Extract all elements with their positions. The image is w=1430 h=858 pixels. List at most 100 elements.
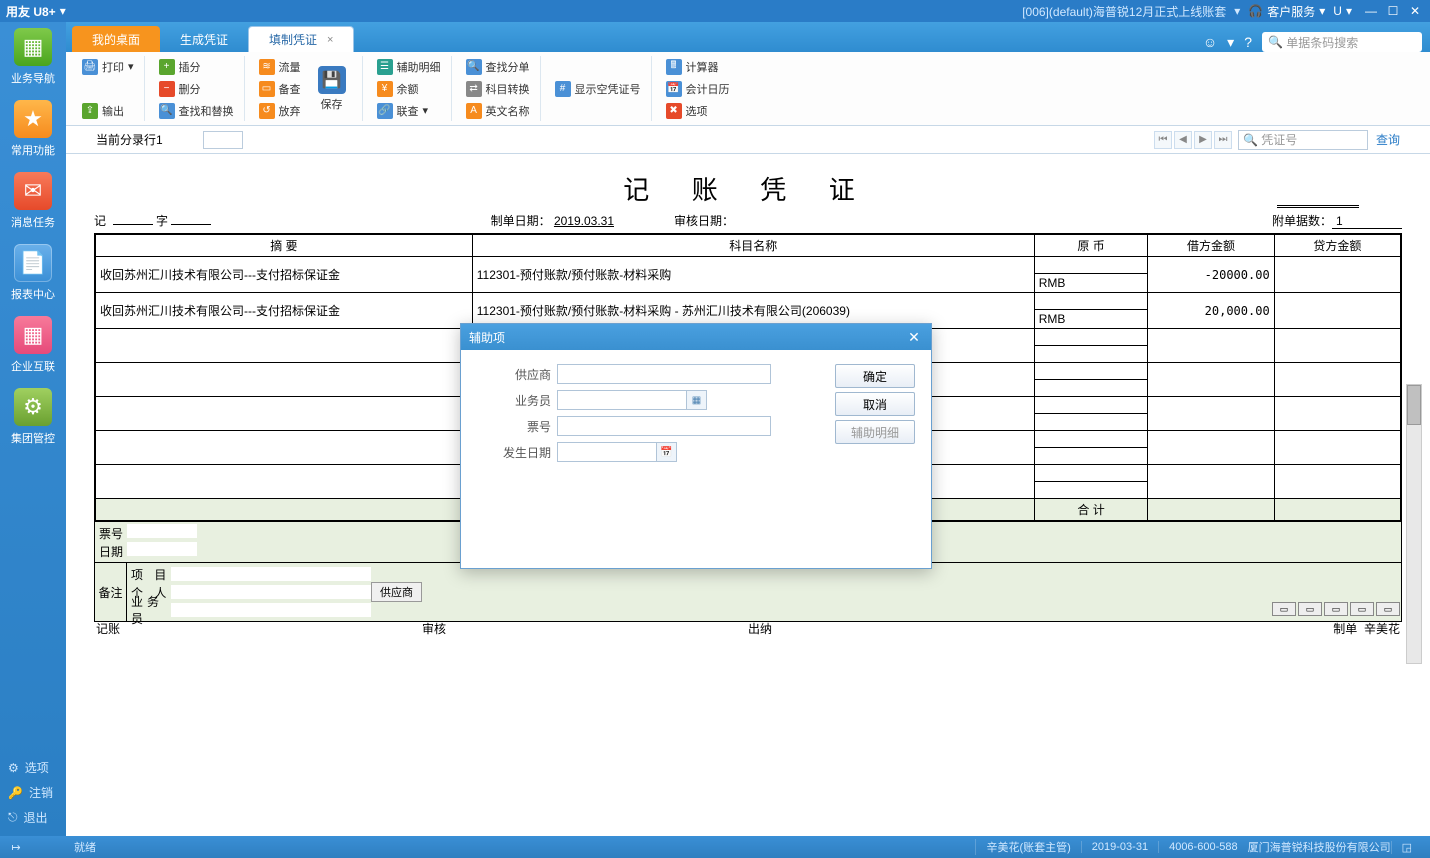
bill-date-input[interactable] [127, 542, 197, 556]
nav-messages[interactable]: ✉消息任务 [5, 172, 61, 230]
foot-audit: 审核 [422, 620, 748, 637]
list-icon: ☰ [377, 59, 393, 75]
barcode-search[interactable]: 🔍 单据条码搜索 [1262, 32, 1422, 52]
tab-fill-voucher[interactable]: 填制凭证× [248, 26, 354, 52]
tool-icon-5[interactable]: ▭ [1376, 602, 1400, 616]
tab-close-icon[interactable]: × [327, 34, 333, 46]
calculator-button[interactable]: 🖩计算器 [662, 57, 734, 77]
help-icon[interactable]: ? [1244, 34, 1252, 50]
join-check-button[interactable]: 🔗联查 ▾ [373, 101, 445, 121]
nav-reports[interactable]: 📄报表中心 [5, 244, 61, 302]
smile-icon[interactable]: ☺ [1203, 34, 1217, 50]
modal-title: 辅助项 [469, 329, 505, 346]
print-button[interactable]: 🖨打印 ▾ [78, 57, 138, 77]
calendar-button[interactable]: 📅会计日历 [662, 79, 734, 99]
minimize-button[interactable]: — [1360, 4, 1382, 18]
status-corner-icon[interactable]: ◲ [1391, 841, 1422, 854]
account-name[interactable]: [006](default)海普锐12月正式上线账套 [1022, 3, 1226, 20]
archive-icon: ▭ [259, 81, 275, 97]
tool-icon-4[interactable]: ▭ [1350, 602, 1374, 616]
sidebar-exit[interactable]: ⎋退出 [0, 805, 66, 830]
supplier-input[interactable] [557, 364, 771, 384]
nav-business[interactable]: ▦业务导航 [5, 28, 61, 86]
app-name: 用友 U8+ [6, 3, 56, 20]
balance-button[interactable]: ¥余额 [373, 79, 445, 99]
nav-enterprise[interactable]: ▦企业互联 [5, 316, 61, 374]
close-button[interactable]: ✕ [1404, 4, 1426, 18]
tab-desktop[interactable]: 我的桌面 [72, 26, 160, 52]
report-icon: 📄 [14, 244, 52, 282]
bill-input[interactable] [557, 416, 771, 436]
sidebar-options[interactable]: ⚙选项 [0, 755, 66, 780]
find-replace-button[interactable]: 🔍查找和替换 [155, 101, 238, 121]
bill-no-input[interactable] [127, 524, 197, 538]
search-icon: 🔍 [466, 59, 482, 75]
search-icon: 🔍 [1268, 35, 1283, 49]
calendar-icon: 📅 [666, 81, 682, 97]
text-icon: A [466, 103, 482, 119]
current-row-input[interactable] [203, 131, 243, 149]
delete-row-button[interactable]: −删分 [155, 79, 238, 99]
ok-button[interactable]: 确定 [835, 364, 915, 388]
staff-input[interactable]: ▦ [557, 390, 707, 410]
project-input[interactable] [171, 567, 371, 581]
tool-icon-3[interactable]: ▭ [1324, 602, 1348, 616]
save-button[interactable]: 💾保存 [308, 57, 356, 121]
staff-input[interactable] [171, 603, 371, 617]
next-page-button[interactable]: ▶ [1194, 131, 1212, 149]
account-dropdown-icon[interactable]: ▾ [1234, 4, 1240, 18]
first-page-button[interactable]: ⏮ [1154, 131, 1172, 149]
app-dropdown-icon[interactable]: ▾ [60, 4, 66, 18]
show-empty-voucher-button[interactable]: #显示空凭证号 [551, 79, 645, 99]
query-link[interactable]: 查询 [1376, 131, 1400, 148]
insert-row-button[interactable]: +插分 [155, 57, 238, 77]
tab-generate-voucher[interactable]: 生成凭证 [160, 26, 248, 52]
backup-button[interactable]: ▭备查 [255, 79, 305, 99]
maximize-button[interactable]: ☐ [1382, 4, 1404, 18]
star-icon: ★ [14, 100, 52, 138]
lookup-icon[interactable]: ▦ [686, 391, 706, 409]
output-button[interactable]: ⇪输出 [78, 101, 138, 121]
aux-detail-button[interactable]: ☰辅助明细 [373, 57, 445, 77]
scrollbar-thumb[interactable] [1407, 385, 1421, 425]
attach-count[interactable]: 1 [1332, 214, 1402, 229]
make-date[interactable]: 2019.03.31 [554, 214, 614, 228]
x-icon: ✖ [666, 103, 682, 119]
foot-jizhang: 记账 [96, 620, 422, 637]
grid-row[interactable]: 收回苏州汇川技术有限公司---支付招标保证金 112301-预付账款/预付账款-… [96, 293, 1401, 310]
convert-icon: ⇄ [466, 81, 482, 97]
cancel-button[interactable]: 取消 [835, 392, 915, 416]
sidebar-logout[interactable]: 🔑注销 [0, 780, 66, 805]
voucher-type-input[interactable] [113, 224, 153, 225]
supplier-tag[interactable]: 供应商 [371, 582, 422, 602]
person-input[interactable] [171, 585, 371, 599]
tool-icon-2[interactable]: ▭ [1298, 602, 1322, 616]
vertical-scrollbar[interactable] [1406, 384, 1422, 664]
date-input[interactable]: 📅 [557, 442, 677, 462]
aux-detail-button[interactable]: 辅助明细 [835, 420, 915, 444]
prev-page-button[interactable]: ◀ [1174, 131, 1192, 149]
grid-row[interactable]: 收回苏州汇川技术有限公司---支付招标保证金 112301-预付账款/预付账款-… [96, 257, 1401, 274]
plus-icon: + [159, 59, 175, 75]
pin-icon[interactable]: ↦ [8, 841, 24, 854]
aux-modal: 辅助项 ✕ 供应商 业务员▦ 票号 发生日期📅 确定 取消 辅助明细 [460, 323, 932, 569]
last-page-button[interactable]: ⏭ [1214, 131, 1232, 149]
modal-close-button[interactable]: ✕ [905, 328, 923, 346]
voucher-no-input[interactable] [171, 224, 211, 225]
chevron-down-icon[interactable]: ▾ [1227, 34, 1234, 51]
tool-icon-1[interactable]: ▭ [1272, 602, 1296, 616]
flow-button[interactable]: ≋流量 [255, 57, 305, 77]
modal-titlebar[interactable]: 辅助项 ✕ [461, 324, 931, 350]
english-name-button[interactable]: A英文名称 [462, 101, 534, 121]
nav-group[interactable]: ⚙集团管控 [5, 388, 61, 446]
voucher-number-search[interactable]: 🔍 凭证号 [1238, 130, 1368, 150]
nav-favorites[interactable]: ★常用功能 [5, 100, 61, 158]
options-button[interactable]: ✖选项 [662, 101, 734, 121]
abandon-button[interactable]: ↺放弃 [255, 101, 305, 121]
find-split-button[interactable]: 🔍查找分单 [462, 57, 534, 77]
calendar-icon[interactable]: 📅 [656, 443, 676, 461]
customer-service[interactable]: 🎧 客户服务 ▾ [1248, 3, 1325, 20]
u-menu[interactable]: U▾ [1333, 4, 1352, 18]
account-convert-button[interactable]: ⇄科目转换 [462, 79, 534, 99]
remark-area: 备注 项 目 个 人 供应商 业务员 [94, 563, 1402, 622]
